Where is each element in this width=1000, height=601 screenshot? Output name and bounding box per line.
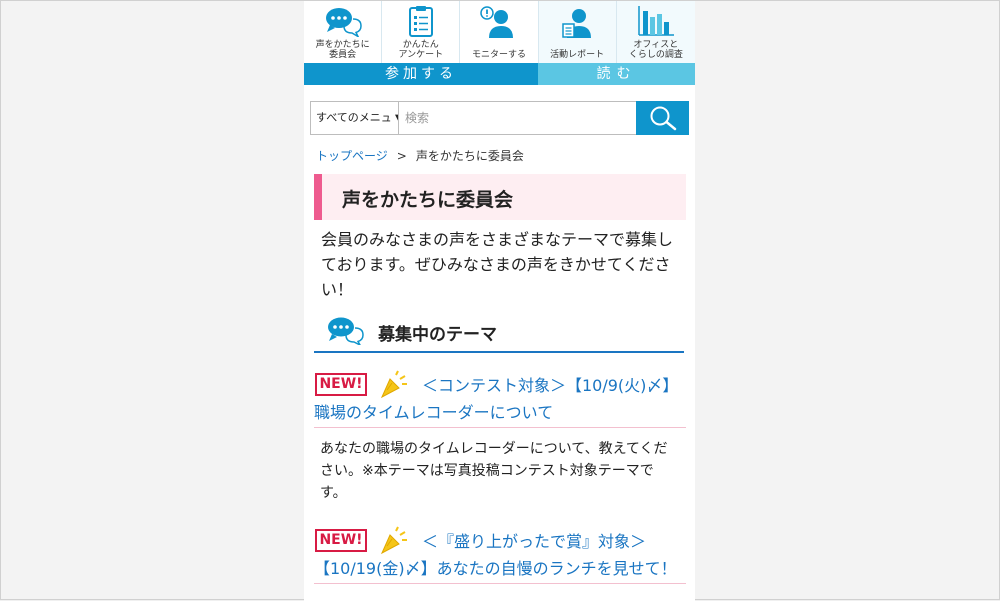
menu-select-value: すべてのメニュ [316,111,392,124]
nav-item-easy-survey[interactable]: かんたん アンケート [382,1,461,63]
page-title: 声をかたちに委員会 [342,189,514,211]
theme-item: ＜コンテスト対象＞【10/9(火)〆】職場のタイムレコーダーについて NEW! … [314,370,686,504]
clipboard-icon [406,5,436,43]
nav-label: オフィスと くらしの調査 [628,40,683,60]
person-alert-icon [479,5,519,43]
breadcrumb-home-link[interactable]: トップページ [316,149,388,163]
menu-select[interactable]: すべてのメニュ ▼ [310,101,398,135]
new-badge: NEW! [315,373,367,396]
screenshot-frame: 声をかたちに 委員会 かんたん アンケート モニターする 活動レポート オフィス… [0,0,1000,601]
person-document-icon [557,5,597,43]
nav-label: モニターする [471,50,526,60]
theme-description: あなたの職場のタイムレコーダーについて、教えてください。※本テーマは写真投稿コン… [320,441,668,501]
theme-header: ＜コンテスト対象＞【10/9(火)〆】職場のタイムレコーダーについて NEW! [314,370,686,428]
tab-participate[interactable]: 参加する [304,63,538,85]
speech-bubbles-icon [326,315,366,349]
breadcrumb-separator: > [396,149,407,163]
page-title-box: 声をかたちに委員会 [314,174,686,220]
new-badge: NEW! [315,529,367,552]
breadcrumb: トップページ > 声をかたちに委員会 [316,147,524,164]
nav-item-office-survey[interactable]: オフィスと くらしの調査 [616,1,695,63]
search-icon [649,105,677,134]
breadcrumb-current: 声をかたちに委員会 [415,149,524,163]
nav-item-monitor[interactable]: モニターする [460,1,539,63]
search-bar: すべてのメニュ ▼ [310,101,689,135]
search-button[interactable] [636,101,689,135]
theme-title-link[interactable]: ＜コンテスト対象＞【10/9(火)〆】職場のタイムレコーダーについて [314,372,686,426]
nav-label: 声をかたちに 委員会 [315,40,370,60]
section-heading: 募集中のテーマ [314,313,684,353]
section-title: 募集中のテーマ [378,325,497,345]
mobile-page: 声をかたちに 委員会 かんたん アンケート モニターする 活動レポート オフィス… [304,1,695,601]
theme-title-link[interactable]: ＜『盛り上がったで賞』対象＞【10/19(金)〆】あなたの自慢のランチを見せて！ [314,528,686,582]
intro-text: 会員のみなさまの声をさまざまなテーマで募集しております。ぜひみなさまの声をきかせ… [321,230,674,299]
category-tabs: 参加する 読む [304,63,695,85]
nav-label: 活動レポート [550,50,605,60]
top-nav: 声をかたちに 委員会 かんたん アンケート モニターする 活動レポート オフィス… [304,1,695,63]
theme-item: ＜『盛り上がったで賞』対象＞【10/19(金)〆】あなたの自慢のランチを見せて！… [314,526,686,584]
tab-read[interactable]: 読む [538,63,695,85]
nav-item-voice-committee[interactable]: 声をかたちに 委員会 [304,1,383,63]
nav-label: かんたん アンケート [398,40,444,60]
party-popper-icon [378,526,408,560]
party-popper-icon [378,370,408,404]
speech-bubbles-icon [323,5,363,41]
search-input[interactable] [398,101,636,135]
theme-header: ＜『盛り上がったで賞』対象＞【10/19(金)〆】あなたの自慢のランチを見せて！… [314,526,686,584]
bar-chart-icon [636,5,676,41]
nav-item-activity-report[interactable]: 活動レポート [538,1,617,63]
